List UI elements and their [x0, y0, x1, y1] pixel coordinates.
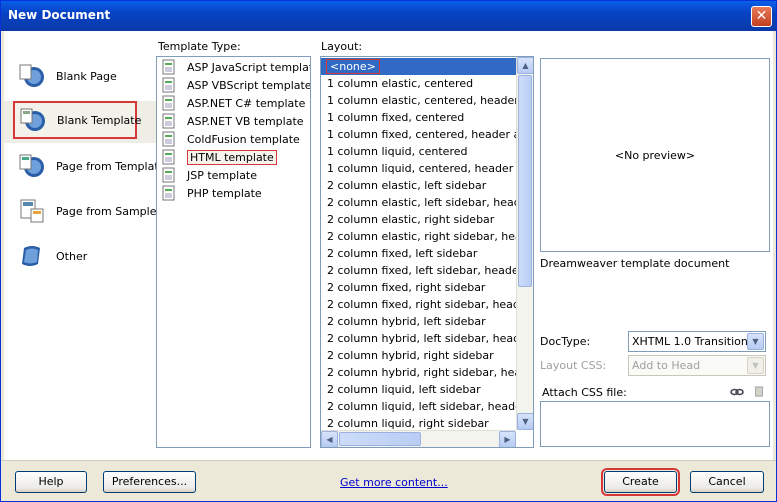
- category-label: Page from Sample: [56, 204, 157, 218]
- layout-item[interactable]: 1 column liquid, centered: [321, 143, 517, 160]
- title-bar: New Document ✕: [1, 1, 776, 31]
- button-bar: Help Preferences... Get more content... …: [1, 460, 776, 501]
- layout-item[interactable]: 2 column elastic, right sidebar: [321, 211, 517, 228]
- layout-item[interactable]: 2 column fixed, right sidebar: [321, 279, 517, 296]
- category-label: Blank Template: [57, 113, 142, 127]
- layout-css-value: Add to Head: [632, 359, 701, 372]
- template-file-icon: [162, 149, 175, 165]
- layout-item[interactable]: 1 column fixed, centered: [321, 109, 517, 126]
- category-label: Other: [56, 249, 88, 263]
- scroll-right-button[interactable]: ▶: [499, 431, 516, 447]
- dialog-body: Blank Page Blank Template Page from Temp…: [4, 31, 773, 460]
- template-type-item[interactable]: PHP template: [157, 184, 310, 202]
- template-type-item-selected[interactable]: HTML template: [157, 148, 310, 166]
- template-file-icon: [162, 59, 175, 75]
- scroll-thumb[interactable]: [339, 432, 421, 446]
- layout-item[interactable]: 2 column elastic, left sidebar, header a: [321, 194, 517, 211]
- create-button[interactable]: Create: [601, 468, 680, 496]
- get-more-content-link[interactable]: Get more content...: [340, 476, 448, 489]
- template-type-item[interactable]: ASP.NET C# template: [157, 94, 310, 112]
- template-description: Dreamweaver template document: [540, 257, 730, 270]
- layout-item[interactable]: 1 column elastic, centered, header and: [321, 92, 517, 109]
- page-from-template-icon: [19, 154, 44, 177]
- scroll-down-button[interactable]: ▼: [517, 413, 533, 430]
- category-page-from-sample[interactable]: Page from Sample: [14, 192, 157, 230]
- template-type-item[interactable]: JSP template: [157, 166, 310, 184]
- layout-item-selected[interactable]: <none>: [321, 58, 517, 75]
- layout-item[interactable]: 2 column liquid, left sidebar: [321, 381, 517, 398]
- template-type-item[interactable]: ColdFusion template: [157, 130, 310, 148]
- template-type-heading: Template Type:: [158, 40, 241, 53]
- scroll-left-button[interactable]: ◀: [321, 431, 338, 447]
- chevron-down-icon: ▼: [747, 357, 764, 374]
- layout-vertical-scrollbar[interactable]: ▲ ▼: [516, 57, 533, 430]
- page-from-sample-icon: [20, 199, 44, 223]
- preferences-button[interactable]: Preferences...: [103, 471, 196, 493]
- preview-placeholder: <No preview>: [614, 148, 696, 162]
- attach-css-list[interactable]: [540, 401, 770, 447]
- layout-item[interactable]: 2 column hybrid, right sidebar: [321, 347, 517, 364]
- layout-item[interactable]: 2 column liquid, left sidebar, header an: [321, 398, 517, 415]
- layout-item[interactable]: 2 column elastic, right sidebar, header: [321, 228, 517, 245]
- scroll-up-button[interactable]: ▲: [517, 57, 533, 74]
- attach-css-label: Attach CSS file:: [542, 386, 627, 399]
- layout-item[interactable]: 2 column fixed, left sidebar, header an: [321, 262, 517, 279]
- new-document-dialog: New Document ✕ Blank Page Blank Template: [0, 0, 777, 502]
- chevron-down-icon[interactable]: ▼: [747, 333, 764, 350]
- template-file-icon: [162, 113, 175, 129]
- blank-page-icon: [19, 64, 44, 87]
- category-blank-template[interactable]: Blank Template: [13, 101, 141, 139]
- template-file-icon: [162, 131, 175, 147]
- layout-list[interactable]: <none> 1 column elastic, centered 1 colu…: [320, 56, 534, 448]
- layout-item[interactable]: 1 column elastic, centered: [321, 75, 517, 92]
- template-type-item[interactable]: ASP JavaScript template: [157, 58, 310, 76]
- trash-icon[interactable]: [752, 385, 766, 397]
- template-file-icon: [162, 95, 175, 111]
- doctype-label: DocType:: [540, 335, 591, 348]
- template-file-icon: [162, 77, 175, 93]
- layout-item[interactable]: 2 column hybrid, left sidebar, header a: [321, 330, 517, 347]
- category-label: Page from Template: [56, 159, 166, 173]
- layout-item[interactable]: 2 column fixed, left sidebar: [321, 245, 517, 262]
- layout-item[interactable]: 1 column fixed, centered, header and f: [321, 126, 517, 143]
- category-page-from-template[interactable]: Page from Template: [14, 147, 165, 185]
- help-button[interactable]: Help: [15, 471, 87, 493]
- layout-horizontal-scrollbar[interactable]: ◀ ▶: [321, 430, 516, 447]
- other-icon: [22, 246, 40, 266]
- layout-item[interactable]: 1 column liquid, centered, header and f: [321, 160, 517, 177]
- link-icon[interactable]: [730, 386, 744, 398]
- layout-item[interactable]: 2 column fixed, right sidebar, header a: [321, 296, 517, 313]
- layout-item[interactable]: 2 column hybrid, left sidebar: [321, 313, 517, 330]
- template-type-item[interactable]: ASP.NET VB template: [157, 112, 310, 130]
- layout-heading: Layout:: [321, 40, 363, 53]
- layout-item[interactable]: 2 column hybrid, right sidebar, header: [321, 364, 517, 381]
- window-title: New Document: [8, 8, 111, 22]
- layout-css-label: Layout CSS:: [540, 359, 607, 372]
- layout-css-select: Add to Head ▼: [628, 355, 766, 376]
- close-button[interactable]: ✕: [751, 6, 772, 27]
- preview-pane: <No preview>: [540, 58, 770, 252]
- template-file-icon: [162, 167, 175, 183]
- doctype-value: XHTML 1.0 Transitional: [632, 335, 758, 348]
- blank-template-icon: [20, 108, 45, 131]
- cancel-button[interactable]: Cancel: [690, 471, 764, 493]
- category-other[interactable]: Other: [14, 237, 154, 275]
- category-label: Blank Page: [56, 69, 117, 83]
- template-type-list[interactable]: ASP JavaScript template ASP VBScript tem…: [156, 56, 311, 448]
- template-file-icon: [162, 185, 175, 201]
- scroll-thumb[interactable]: [518, 75, 532, 287]
- category-list: Blank Page Blank Template Page from Temp…: [4, 31, 165, 460]
- template-type-item[interactable]: ASP VBScript template: [157, 76, 310, 94]
- doctype-select[interactable]: XHTML 1.0 Transitional ▼: [628, 331, 766, 352]
- category-blank-page[interactable]: Blank Page: [14, 57, 154, 95]
- layout-item[interactable]: 2 column elastic, left sidebar: [321, 177, 517, 194]
